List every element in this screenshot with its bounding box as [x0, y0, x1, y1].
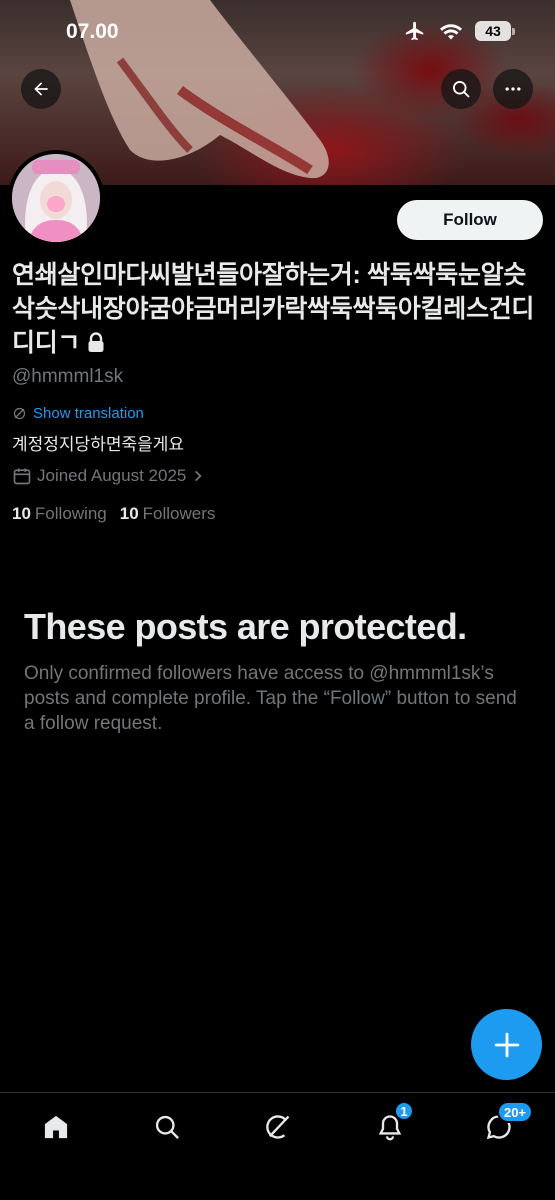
- following-link[interactable]: 10 Following: [12, 504, 107, 524]
- plus-icon: [494, 1032, 519, 1057]
- status-bar: 07.00 43: [0, 0, 555, 60]
- protected-description: Only confirmed followers have access to …: [24, 663, 517, 734]
- wifi-icon: [440, 24, 462, 40]
- more-button[interactable]: [493, 69, 533, 109]
- followers-label: Followers: [142, 504, 216, 523]
- home-icon: [44, 1115, 68, 1139]
- show-translation-link[interactable]: Show translation: [12, 405, 144, 422]
- calendar-icon: [13, 468, 31, 485]
- bottom-nav: 1 20+: [0, 1092, 555, 1200]
- followers-link[interactable]: 10 Followers: [120, 504, 216, 524]
- nav-notifications[interactable]: 1: [370, 1101, 414, 1147]
- follow-button[interactable]: Follow: [397, 200, 543, 240]
- chevron-right-icon: [195, 470, 202, 482]
- notifications-badge: 1: [394, 1101, 414, 1121]
- compose-button[interactable]: [471, 1009, 542, 1080]
- avatar[interactable]: [8, 150, 104, 246]
- nav-messages[interactable]: 20+: [479, 1101, 533, 1147]
- joined-date[interactable]: Joined August 2025: [12, 466, 205, 486]
- profile-bio: 계정정지당하면죽을게요: [12, 435, 185, 454]
- joined-label: Joined August 2025: [37, 466, 187, 485]
- protected-title: These posts are protected.: [24, 606, 467, 647]
- display-name: 연쇄살인마다씨발년들아잘하는거: 싹둑싹둑눈알슷삭슷삭내장야굼야금머리카락싹둑싹…: [12, 258, 542, 360]
- status-time: 07.00: [66, 20, 119, 43]
- battery-icon: 43: [475, 21, 515, 41]
- grok-icon: [266, 1115, 290, 1139]
- status-icons: 43: [403, 20, 515, 42]
- battery-level: 43: [475, 21, 511, 41]
- follow-counts: 10 Following 10 Followers: [12, 504, 215, 524]
- nav-grok[interactable]: [258, 1107, 298, 1147]
- arrow-left-icon: [34, 82, 48, 96]
- nav-home[interactable]: [36, 1107, 76, 1147]
- airplane-icon: [405, 21, 424, 41]
- translate-icon: [13, 407, 26, 420]
- show-translation-label: Show translation: [33, 405, 144, 422]
- followers-count: 10: [119, 504, 139, 523]
- search-icon: [155, 1115, 179, 1139]
- more-horizontal-icon: [505, 87, 521, 91]
- following-label: Following: [34, 504, 107, 523]
- following-count: 10: [12, 504, 31, 523]
- search-button[interactable]: [441, 69, 481, 109]
- search-icon: [453, 81, 470, 98]
- avatar-image: [12, 154, 100, 242]
- back-button[interactable]: [21, 69, 61, 109]
- profile-handle: @hmmml1sk: [12, 366, 124, 387]
- lock-icon: [88, 332, 104, 352]
- nav-search[interactable]: [147, 1107, 187, 1147]
- messages-badge: 20+: [497, 1101, 533, 1123]
